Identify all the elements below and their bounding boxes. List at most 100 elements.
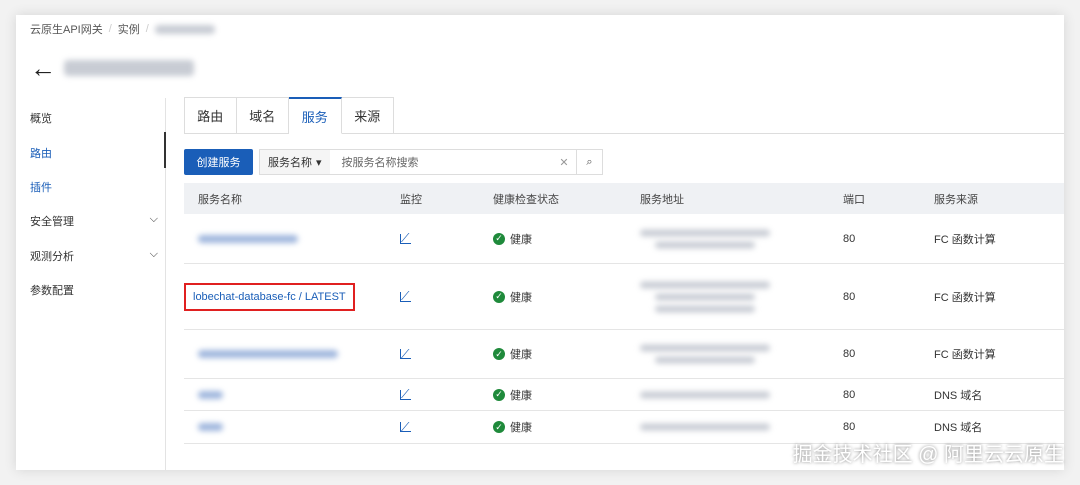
- service-name-redacted[interactable]: [198, 234, 298, 243]
- name-cell: [198, 423, 223, 431]
- health-status: 健康: [510, 389, 532, 402]
- health-status: 健康: [510, 422, 532, 434]
- address-redacted: [640, 281, 770, 288]
- address-redacted: [640, 344, 770, 352]
- service-name-redacted[interactable]: [198, 350, 338, 358]
- service-source: DNS 域名: [934, 389, 983, 402]
- col-address: 服务地址: [640, 193, 684, 206]
- health-cell: ✓ 健康: [493, 289, 532, 305]
- service-source: FC 函数计算: [934, 349, 996, 361]
- sidebar-label: 插件: [30, 182, 52, 194]
- chevron-down-icon: ⌵: [149, 213, 158, 225]
- service-source: DNS 域名: [934, 422, 983, 434]
- tab-routes[interactable]: 路由: [184, 97, 237, 134]
- address-cell: [640, 281, 770, 312]
- sidebar-label: 安全管理: [30, 216, 74, 228]
- sidebar-item-routes[interactable]: 路由: [30, 145, 158, 161]
- sidebar-label: 参数配置: [30, 285, 74, 297]
- table-row: ⟋ ✓ 健康 80 DNS 域名: [184, 379, 1064, 411]
- breadcrumb-gateway[interactable]: 云原生API网关: [30, 21, 103, 37]
- address-cell: [640, 229, 770, 248]
- service-name-link[interactable]: lobechat-database-fc / LATEST: [184, 282, 355, 311]
- address-redacted: [640, 229, 770, 236]
- breadcrumb-instance[interactable]: 实例: [118, 21, 140, 37]
- address-redacted: [640, 391, 770, 398]
- search-bar: 服务名称 ▾ 按服务名称搜索 ✕ ⌕: [259, 149, 603, 175]
- monitor-chart-icon[interactable]: ⟋: [400, 232, 411, 244]
- name-cell: [198, 234, 298, 243]
- port: 80: [843, 348, 856, 360]
- tab-divider: [394, 133, 1064, 134]
- health-cell: ✓ 健康: [493, 419, 532, 435]
- sidebar-label: 观测分析: [30, 251, 74, 263]
- health-cell: ✓ 健康: [493, 387, 532, 403]
- port: 80: [843, 290, 856, 303]
- address-redacted: [655, 293, 755, 300]
- monitor-chart-icon[interactable]: ⟋: [400, 388, 411, 400]
- tab-domains[interactable]: 域名: [236, 97, 289, 134]
- monitor-chart-icon[interactable]: ⟋: [400, 290, 411, 302]
- service-name-redacted[interactable]: [198, 390, 223, 399]
- search-icon: ⌕: [586, 155, 593, 168]
- table-row: ⟋ ✓ 健康 80 FC 函数计算: [184, 214, 1064, 264]
- tab-services[interactable]: 服务: [289, 97, 342, 134]
- sidebar-item-security[interactable]: 安全管理 ⌵: [30, 213, 158, 229]
- table-header: 服务名称 监控 健康检查状态 服务地址 端口 服务来源: [184, 183, 1064, 214]
- breadcrumb: 云原生API网关 / 实例 /: [30, 21, 215, 37]
- col-source: 服务来源: [934, 193, 978, 206]
- col-port: 端口: [843, 193, 865, 206]
- search-field-select[interactable]: 服务名称 ▾: [260, 150, 330, 174]
- sidebar-item-observability[interactable]: 观测分析 ⌵: [30, 248, 158, 264]
- service-source: FC 函数计算: [934, 233, 996, 246]
- address-redacted: [655, 241, 755, 248]
- active-indicator: [164, 132, 166, 168]
- col-name: 服务名称: [198, 193, 242, 206]
- health-cell: ✓ 健康: [493, 231, 532, 247]
- col-monitor: 监控: [400, 193, 422, 206]
- search-button[interactable]: ⌕: [576, 150, 602, 174]
- sidebar-item-overview[interactable]: 概览: [30, 110, 158, 126]
- service-source: FC 函数计算: [934, 291, 996, 304]
- search-field-label: 服务名称: [268, 157, 312, 169]
- check-circle-icon: ✓: [493, 348, 505, 360]
- name-cell: [198, 350, 338, 358]
- health-status: 健康: [510, 291, 532, 304]
- port: 80: [843, 421, 856, 433]
- services-table: 服务名称 监控 健康检查状态 服务地址 端口 服务来源 ⟋ ✓ 健康 80 FC …: [184, 183, 1064, 444]
- page-title: ←: [30, 55, 194, 81]
- tab-sources[interactable]: 来源: [341, 97, 394, 134]
- breadcrumb-current-redacted: [154, 24, 215, 34]
- clear-icon[interactable]: ✕: [552, 156, 576, 169]
- address-cell: [640, 344, 770, 364]
- port: 80: [843, 388, 856, 401]
- monitor-chart-icon[interactable]: ⟋: [400, 348, 411, 360]
- check-circle-icon: ✓: [493, 388, 505, 401]
- create-service-button[interactable]: 创建服务: [184, 149, 253, 175]
- tab-bar: 路由 域名 服务 来源: [184, 97, 394, 134]
- check-circle-icon: ✓: [493, 290, 505, 303]
- address-redacted: [655, 305, 755, 312]
- address-cell: [640, 423, 770, 431]
- col-health: 健康检查状态: [493, 193, 559, 206]
- chevron-down-icon: ⌵: [149, 248, 158, 260]
- check-circle-icon: ✓: [493, 232, 505, 245]
- main-card: 云原生API网关 / 实例 / ← 概览 路由 插件 安全管理 ⌵ 观测分析 ⌵ 参数配…: [16, 15, 1064, 470]
- service-name-redacted[interactable]: [198, 423, 223, 431]
- address-redacted: [655, 356, 755, 364]
- caret-down-icon: ▾: [316, 156, 322, 169]
- back-arrow-icon[interactable]: ←: [30, 55, 56, 81]
- sidebar-item-params[interactable]: 参数配置: [30, 282, 158, 298]
- check-circle-icon: ✓: [493, 421, 505, 433]
- monitor-chart-icon[interactable]: ⟋: [400, 421, 411, 433]
- instance-name-redacted: [64, 60, 194, 76]
- sidebar-item-plugins[interactable]: 插件: [30, 179, 158, 195]
- sidebar-label: 概览: [30, 113, 52, 125]
- table-row: ⟋ ✓ 健康 80 FC 函数计算: [184, 330, 1064, 379]
- sidebar-label: 路由: [30, 148, 52, 160]
- port: 80: [843, 232, 856, 245]
- health-status: 健康: [510, 233, 532, 246]
- sidebar: 概览 路由 插件 安全管理 ⌵ 观测分析 ⌵ 参数配置: [16, 98, 166, 470]
- search-input[interactable]: 按服务名称搜索: [330, 154, 552, 170]
- health-status: 健康: [510, 349, 532, 361]
- watermark: 掘金技术社区 @ 阿里云云原生: [792, 444, 1064, 466]
